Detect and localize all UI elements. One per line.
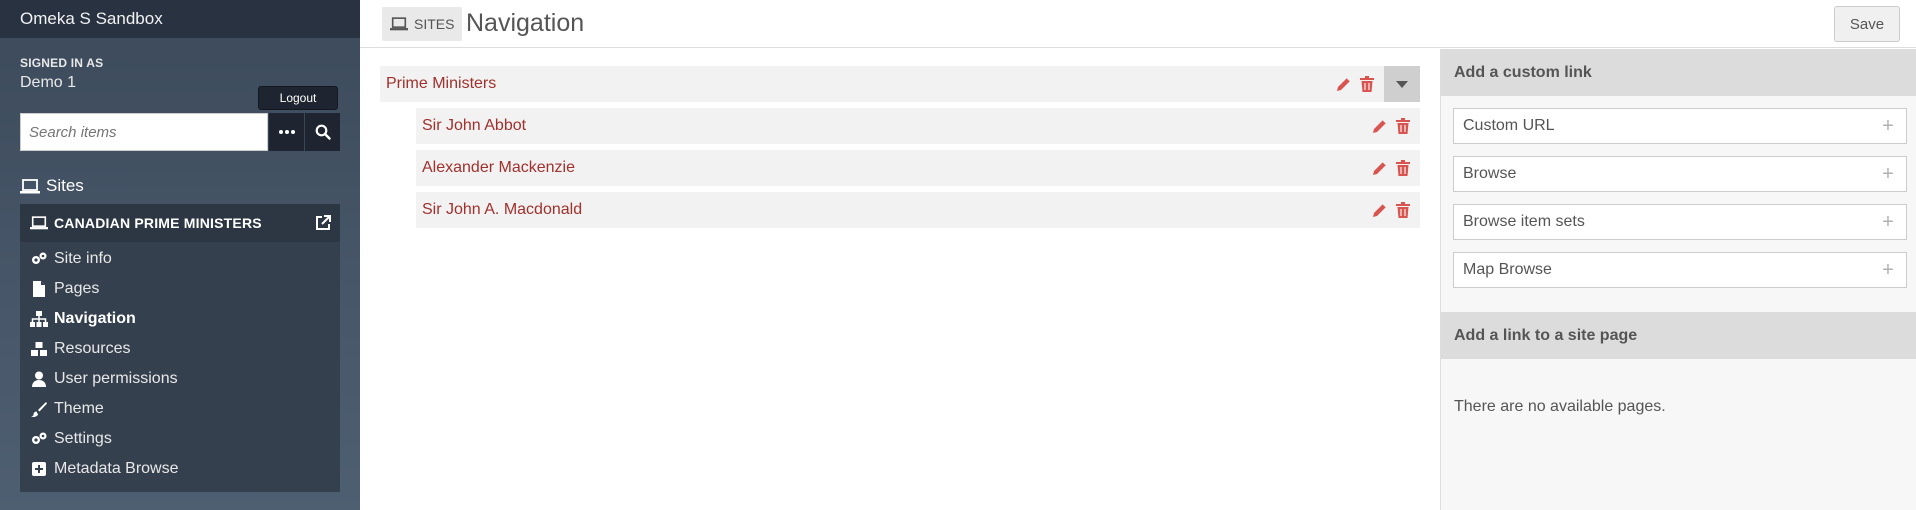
- link-option-label: Browse: [1463, 165, 1517, 182]
- nav-link-row[interactable]: Prime Ministers: [380, 66, 1420, 102]
- add-browse-button[interactable]: Browse +: [1453, 156, 1907, 192]
- laptop-icon: [30, 216, 48, 230]
- ellipsis-icon: [278, 130, 295, 134]
- sidebar-item-label: Navigation: [54, 310, 136, 327]
- logout-button[interactable]: Logout: [258, 86, 338, 110]
- plus-icon: +: [1882, 210, 1894, 233]
- pencil-icon[interactable]: [1336, 76, 1352, 92]
- sidebar-item-site-info[interactable]: Site info: [20, 244, 340, 274]
- collapse-toggle-button[interactable]: [1384, 66, 1420, 102]
- trash-icon[interactable]: [1396, 160, 1410, 176]
- nav-link-label[interactable]: Sir John Abbot: [422, 117, 1372, 135]
- sitemap-icon: [28, 311, 50, 327]
- search-form: [20, 113, 340, 151]
- sidebar-item-pages[interactable]: Pages: [20, 274, 340, 304]
- current-site-panel: CANADIAN PRIME MINISTERS Site info Pages…: [20, 204, 340, 492]
- page-header: SITES Navigation Save: [360, 0, 1916, 48]
- sidebar-item-label: Theme: [54, 400, 104, 417]
- sidebar-item-metadata-browse[interactable]: Metadata Browse: [20, 454, 340, 484]
- page-title: Navigation: [466, 9, 585, 37]
- sites-label: Sites: [46, 176, 84, 195]
- sidebar-item-label: Pages: [54, 280, 100, 297]
- nav-link-label[interactable]: Prime Ministers: [386, 75, 1336, 93]
- sidebar-item-theme[interactable]: Theme: [20, 394, 340, 424]
- gears-icon: [28, 251, 50, 267]
- gears-icon: [28, 431, 50, 447]
- sidebar-item-label: Metadata Browse: [54, 460, 179, 477]
- sidebar-item-label: Settings: [54, 430, 112, 447]
- laptop-icon: [20, 178, 40, 193]
- link-option-label: Map Browse: [1463, 261, 1552, 278]
- file-icon: [28, 281, 50, 297]
- trash-icon[interactable]: [1396, 202, 1410, 218]
- link-option-label: Browse item sets: [1463, 213, 1585, 230]
- external-link-icon[interactable]: [314, 214, 332, 232]
- sidebar-item-navigation[interactable]: Navigation: [20, 304, 340, 334]
- add-custom-url-button[interactable]: Custom URL +: [1453, 108, 1907, 144]
- advanced-search-button[interactable]: [268, 113, 304, 151]
- user-icon: [28, 371, 50, 387]
- pencil-icon[interactable]: [1372, 118, 1388, 134]
- sites-link[interactable]: Sites: [20, 176, 84, 196]
- nav-link-label[interactable]: Sir John A. Macdonald: [422, 201, 1372, 219]
- laptop-icon: [390, 17, 408, 31]
- site-page-heading[interactable]: Add a link to a site page: [1441, 312, 1916, 359]
- sidebar-item-user-permissions[interactable]: User permissions: [20, 364, 340, 394]
- nav-link-row[interactable]: Alexander Mackenzie: [416, 150, 1420, 186]
- trash-icon[interactable]: [1396, 118, 1410, 134]
- add-map-browse-button[interactable]: Map Browse +: [1453, 252, 1907, 288]
- nav-link-row[interactable]: Sir John Abbot: [416, 108, 1420, 144]
- empty-pages-message: There are no available pages.: [1454, 398, 1666, 415]
- sidebar-item-resources[interactable]: Resources: [20, 334, 340, 364]
- link-option-label: Custom URL: [1463, 117, 1555, 134]
- sidebar: Omeka S Sandbox SIGNED IN AS Demo 1 Logo…: [0, 0, 360, 510]
- search-icon: [315, 124, 331, 140]
- breadcrumb-label: SITES: [414, 16, 455, 32]
- save-button[interactable]: Save: [1834, 6, 1900, 42]
- brush-icon: [28, 401, 50, 417]
- navigation-tree: Prime Ministers Sir John Abbot Alexander…: [360, 49, 1440, 510]
- custom-link-heading[interactable]: Add a custom link: [1441, 49, 1916, 96]
- nav-link-row[interactable]: Sir John A. Macdonald: [416, 192, 1420, 228]
- pencil-icon[interactable]: [1372, 202, 1388, 218]
- plus-square-icon: [28, 461, 50, 477]
- search-button[interactable]: [304, 113, 340, 151]
- row-actions: [1336, 76, 1374, 92]
- sidebar-item-label: User permissions: [54, 370, 178, 387]
- signed-in-label: SIGNED IN AS: [20, 56, 104, 70]
- add-browse-item-sets-button[interactable]: Browse item sets +: [1453, 204, 1907, 240]
- cubes-icon: [28, 341, 50, 357]
- row-actions: [1372, 202, 1410, 218]
- plus-icon: +: [1882, 162, 1894, 185]
- sidebar-item-settings[interactable]: Settings: [20, 424, 340, 454]
- row-actions: [1372, 160, 1410, 176]
- row-actions: [1372, 118, 1410, 134]
- pencil-icon[interactable]: [1372, 160, 1388, 176]
- sidebar-item-label: Site info: [54, 250, 112, 267]
- plus-icon: +: [1882, 258, 1894, 281]
- plus-icon: +: [1882, 114, 1894, 137]
- sidebar-item-label: Resources: [54, 340, 131, 357]
- add-link-panel: Add a custom link Custom URL + Browse + …: [1440, 49, 1916, 510]
- search-input[interactable]: [20, 113, 268, 151]
- caret-down-icon: [1396, 80, 1408, 88]
- trash-icon[interactable]: [1360, 76, 1374, 92]
- site-nav-list: Site info Pages Navigation Resources Use…: [20, 242, 340, 484]
- nav-link-label[interactable]: Alexander Mackenzie: [422, 159, 1372, 177]
- breadcrumb[interactable]: SITES: [382, 7, 463, 41]
- app-title[interactable]: Omeka S Sandbox: [0, 0, 360, 38]
- current-site-header: CANADIAN PRIME MINISTERS: [20, 204, 340, 242]
- current-site-name[interactable]: CANADIAN PRIME MINISTERS: [54, 215, 314, 231]
